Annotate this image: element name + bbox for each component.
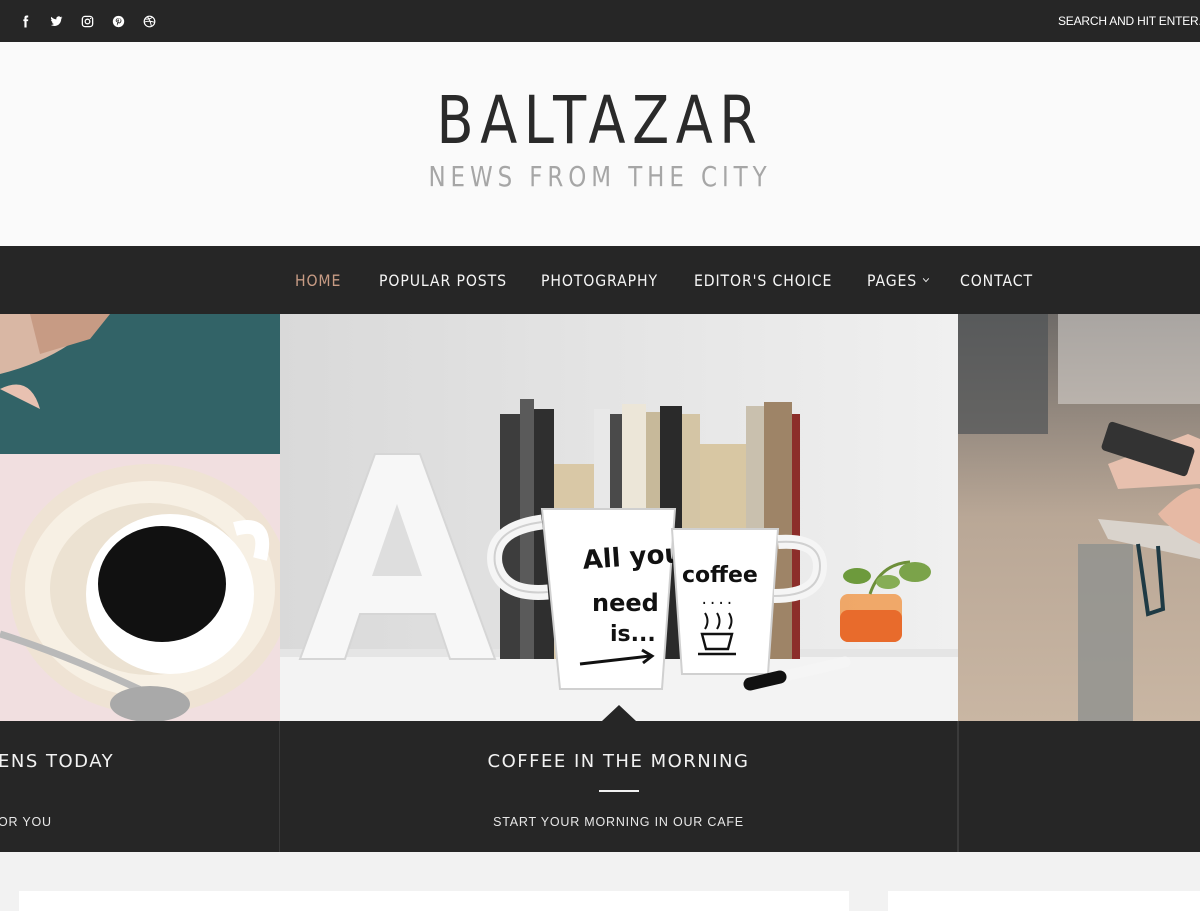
active-slide-indicator bbox=[601, 705, 636, 721]
slide-caption: ENS TODAY OR YOU bbox=[0, 721, 280, 852]
slide-center[interactable]: All you need is... coffee .... COFFEE IN… bbox=[280, 314, 958, 852]
slide-title[interactable]: ENS TODAY bbox=[0, 751, 277, 772]
slide-subtitle: OR YOU bbox=[0, 815, 52, 829]
site-tagline: NEWS FROM THE CITY bbox=[428, 160, 772, 193]
facebook-icon[interactable] bbox=[15, 11, 35, 31]
search-box bbox=[1010, 0, 1200, 42]
slide-caption bbox=[958, 721, 1200, 852]
svg-text:....: .... bbox=[700, 592, 734, 608]
slide-image bbox=[0, 314, 280, 721]
site-header: BALTAZAR NEWS FROM THE CITY bbox=[0, 42, 1200, 246]
slide-image bbox=[958, 314, 1200, 721]
slide-caption: COFFEE IN THE MORNING START YOUR MORNING… bbox=[280, 705, 958, 852]
social-links bbox=[15, 11, 159, 31]
svg-text:need: need bbox=[592, 589, 659, 617]
site-title[interactable]: BALTAZAR bbox=[108, 88, 1092, 154]
caption-divider bbox=[598, 790, 639, 792]
sidebar-card bbox=[888, 891, 1200, 911]
instagram-icon[interactable] bbox=[77, 11, 97, 31]
slide-image: All you need is... coffee .... bbox=[280, 314, 958, 721]
pinterest-icon[interactable] bbox=[108, 11, 128, 31]
slide-title[interactable]: COFFEE IN THE MORNING bbox=[280, 751, 957, 772]
search-input[interactable] bbox=[1010, 0, 1200, 42]
chevron-down-icon bbox=[922, 278, 929, 283]
top-bar bbox=[0, 0, 1200, 42]
nav-item-editors-choice[interactable]: EDITOR'S CHOICE bbox=[694, 271, 832, 290]
nav-item-pages[interactable]: PAGES bbox=[867, 271, 929, 290]
nav-item-contact[interactable]: CONTACT bbox=[960, 271, 1033, 290]
featured-slider: ENS TODAY OR YOU All you need is... coff… bbox=[0, 314, 1200, 852]
content-card bbox=[19, 891, 849, 911]
svg-text:is...: is... bbox=[610, 622, 656, 647]
slide-left[interactable]: ENS TODAY OR YOU bbox=[0, 314, 280, 852]
nav-item-home[interactable]: HOME bbox=[295, 271, 341, 290]
slide-right[interactable] bbox=[958, 314, 1200, 852]
nav-item-popular-posts[interactable]: POPULAR POSTS bbox=[379, 271, 507, 290]
twitter-icon[interactable] bbox=[46, 11, 66, 31]
nav-item-photography[interactable]: PHOTOGRAPHY bbox=[541, 271, 658, 290]
slide-subtitle: START YOUR MORNING IN OUR CAFE bbox=[493, 815, 744, 829]
dribbble-icon[interactable] bbox=[139, 11, 159, 31]
svg-text:coffee: coffee bbox=[682, 563, 758, 588]
main-navigation: HOME POPULAR POSTS PHOTOGRAPHY EDITOR'S … bbox=[0, 246, 1200, 314]
